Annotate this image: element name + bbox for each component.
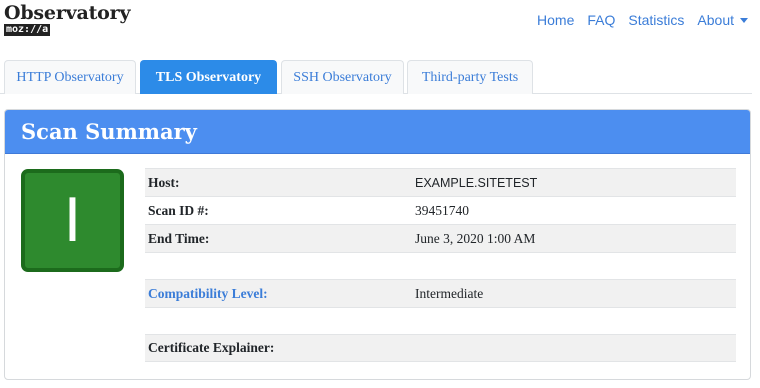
table-row-spacer bbox=[145, 252, 736, 279]
observatory-tabs: HTTP Observatory TLS Observatory SSH Obs… bbox=[0, 60, 752, 94]
nav-about-dropdown[interactable]: About bbox=[697, 12, 748, 28]
mozilla-logo[interactable]: moz://a bbox=[4, 24, 51, 36]
table-row-host: Host: EXAMPLE.SITETEST bbox=[145, 168, 736, 196]
table-row-scan-id: Scan ID #: 39451740 bbox=[145, 196, 736, 224]
compatibility-level-value: Intermediate bbox=[415, 285, 484, 301]
scan-id-label: Scan ID #: bbox=[148, 202, 209, 218]
grade-letter: I bbox=[63, 185, 82, 256]
table-row-spacer bbox=[145, 307, 736, 334]
caret-down-icon bbox=[740, 18, 748, 23]
certificate-explainer-label: Certificate Explainer: bbox=[148, 340, 275, 355]
nav-home-link[interactable]: Home bbox=[537, 12, 574, 28]
tab-tls-observatory[interactable]: TLS Observatory bbox=[140, 60, 277, 94]
site-header: Observatory moz://a Home FAQ Statistics … bbox=[0, 0, 760, 50]
scan-summary-card: Scan Summary I Host: EXAMPLE.SITETEST Sc… bbox=[4, 109, 751, 380]
table-row-end-time: End Time: June 3, 2020 1:00 AM bbox=[145, 224, 736, 252]
nav-about-label: About bbox=[697, 12, 734, 28]
host-value: EXAMPLE.SITETEST bbox=[415, 175, 538, 190]
top-nav: Home FAQ Statistics About bbox=[524, 12, 748, 28]
tab-http-observatory[interactable]: HTTP Observatory bbox=[4, 60, 136, 94]
logo-title[interactable]: Observatory bbox=[4, 2, 130, 24]
end-time-label: End Time: bbox=[148, 230, 210, 246]
tab-third-party-tests[interactable]: Third-party Tests bbox=[407, 60, 533, 94]
table-row-compatibility: Compatibility Level: Intermediate bbox=[145, 279, 736, 307]
end-time-value: June 3, 2020 1:00 AM bbox=[415, 230, 536, 246]
nav-faq-link[interactable]: FAQ bbox=[587, 12, 615, 28]
scan-id-value: 39451740 bbox=[415, 202, 469, 218]
grade-badge: I bbox=[21, 169, 124, 272]
host-label: Host: bbox=[148, 174, 180, 190]
compatibility-level-link[interactable]: Compatibility Level: bbox=[145, 286, 415, 302]
tab-ssh-observatory[interactable]: SSH Observatory bbox=[281, 60, 404, 94]
table-row-certificate-explainer: Certificate Explainer: bbox=[145, 334, 736, 362]
card-title: Scan Summary bbox=[5, 110, 750, 154]
nav-statistics-link[interactable]: Statistics bbox=[628, 12, 684, 28]
summary-table: Host: EXAMPLE.SITETEST Scan ID #: 394517… bbox=[145, 168, 736, 362]
